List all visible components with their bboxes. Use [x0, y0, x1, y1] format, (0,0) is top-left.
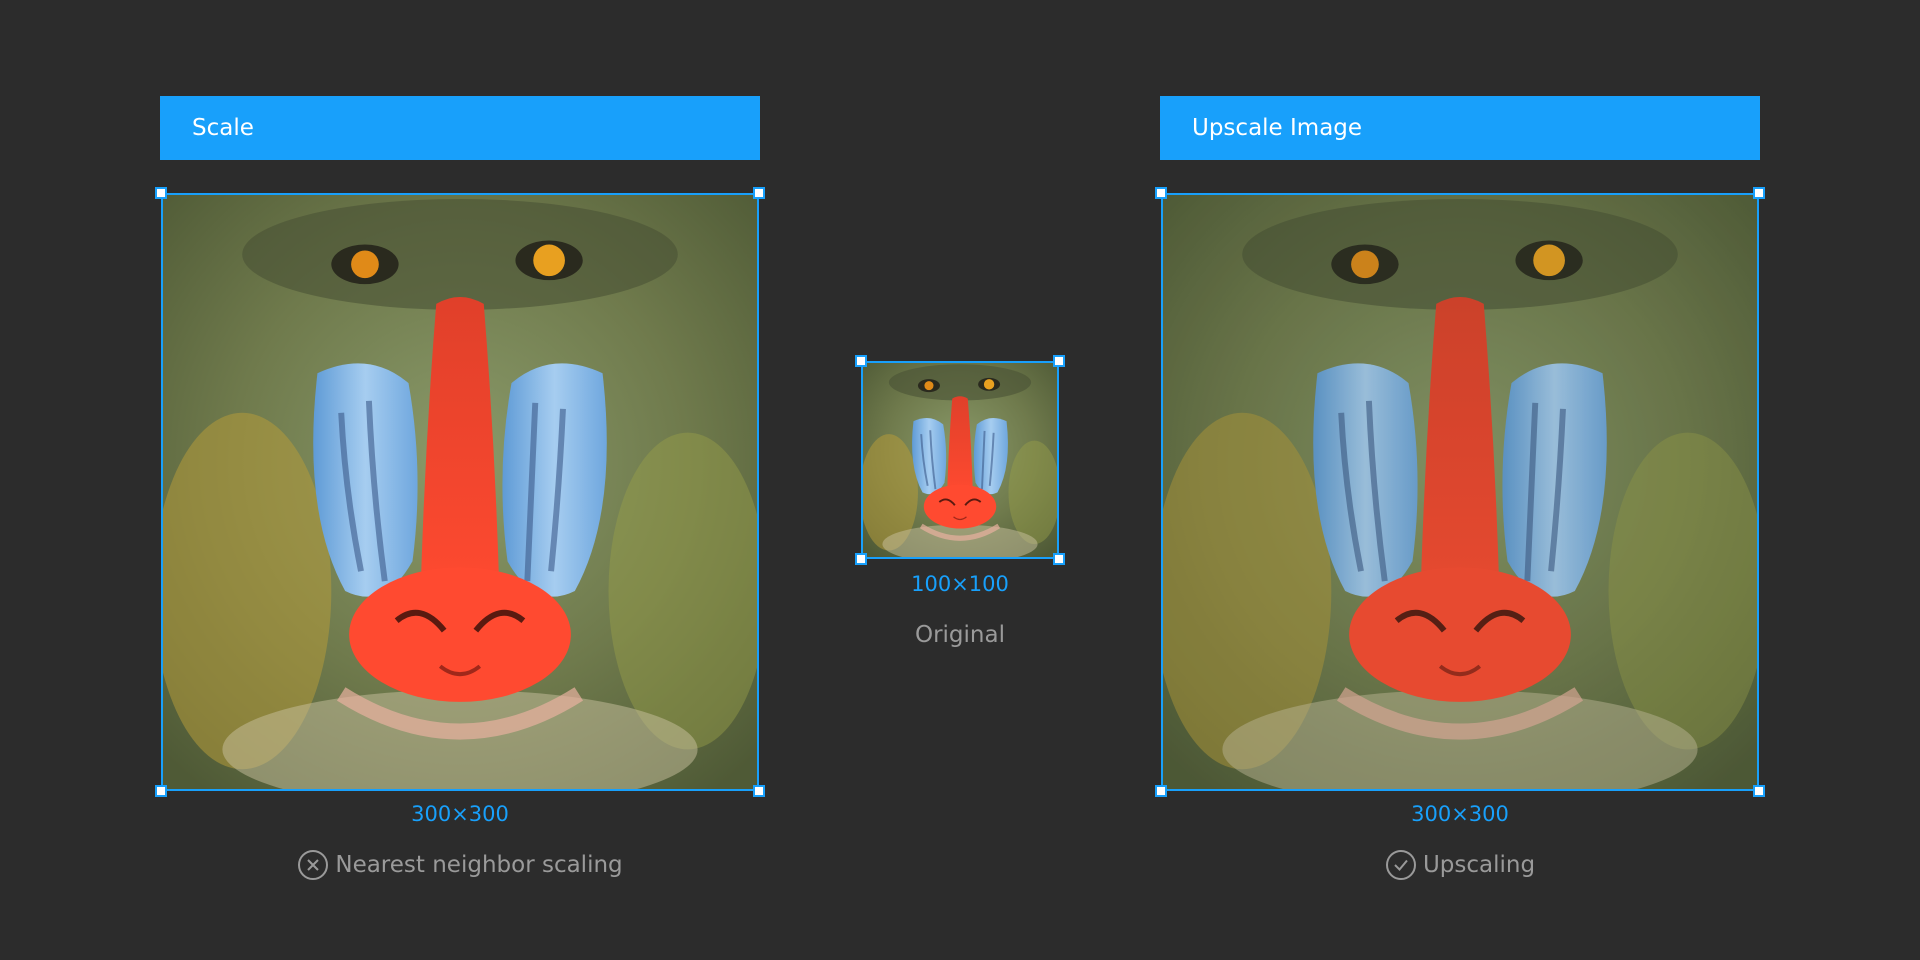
- x-circle-icon: [298, 850, 329, 880]
- upscaled-caption-label: Upscaling: [1422, 852, 1536, 878]
- scale-panel-header: Scale: [160, 96, 760, 160]
- resize-handle-bottom-right[interactable]: [753, 785, 765, 797]
- resize-handle-top-right[interactable]: [753, 187, 765, 199]
- upscaled-caption: Upscaling: [1160, 848, 1760, 882]
- original-image-frame[interactable]: [855, 355, 1065, 565]
- resize-handle-top-right[interactable]: [1053, 355, 1065, 367]
- original-dimensions: 100×100: [911, 572, 1009, 596]
- nearest-neighbor-image: [163, 195, 757, 789]
- upscaled-image-frame[interactable]: [1155, 187, 1765, 797]
- resize-handle-bottom-left[interactable]: [1155, 785, 1167, 797]
- resize-handle-bottom-right[interactable]: [1053, 553, 1065, 565]
- nearest-neighbor-caption: Nearest neighbor scaling: [160, 848, 760, 882]
- resize-handle-top-right[interactable]: [1753, 187, 1765, 199]
- resize-handle-top-left[interactable]: [855, 355, 867, 367]
- resize-handle-bottom-right[interactable]: [1753, 785, 1765, 797]
- original-caption: Original: [860, 618, 1060, 652]
- upscale-panel-header: Upscale Image: [1160, 96, 1760, 160]
- resize-handle-top-left[interactable]: [1155, 187, 1167, 199]
- resize-handle-top-left[interactable]: [155, 187, 167, 199]
- check-circle-icon: [1385, 850, 1416, 880]
- original-caption-label: Original: [914, 622, 1005, 648]
- canvas: Scale 300×300 Nearest neighbor scaling 1…: [0, 0, 1920, 960]
- scale-panel-title: Scale: [192, 115, 254, 141]
- upscale-panel-title: Upscale Image: [1192, 115, 1363, 141]
- nearest-neighbor-image-frame[interactable]: [155, 187, 765, 797]
- original-image: [863, 363, 1057, 557]
- nearest-neighbor-dimensions: 300×300: [411, 802, 509, 826]
- upscaled-image: [1163, 195, 1757, 789]
- resize-handle-bottom-left[interactable]: [155, 785, 167, 797]
- nearest-neighbor-caption-label: Nearest neighbor scaling: [335, 852, 623, 878]
- upscaled-dimensions: 300×300: [1411, 802, 1509, 826]
- resize-handle-bottom-left[interactable]: [855, 553, 867, 565]
